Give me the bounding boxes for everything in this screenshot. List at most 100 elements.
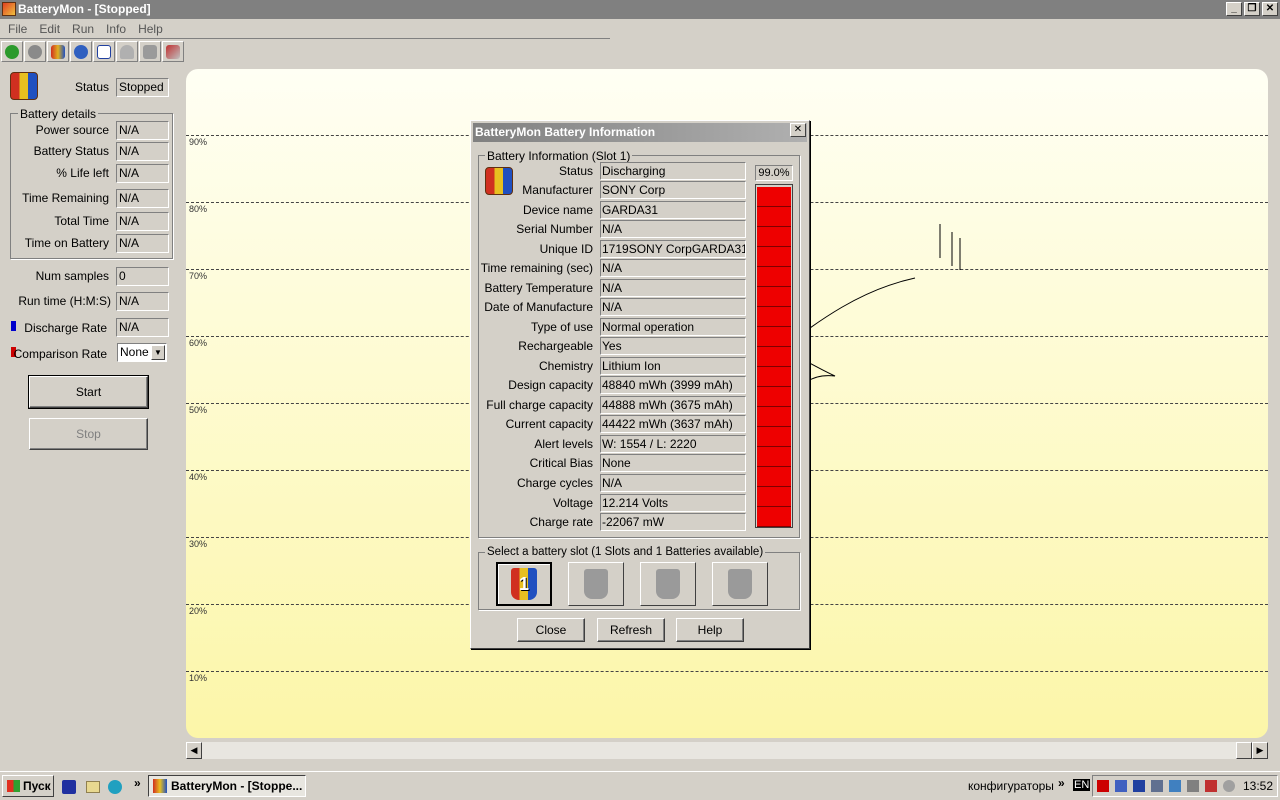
charge-rate-label: Charge rate	[529, 515, 593, 529]
chevron-down-icon[interactable]: ▼	[151, 345, 165, 360]
menu-help[interactable]: Help	[132, 19, 169, 38]
battery-slot-group-title: Select a battery slot (1 Slots and 1 Bat…	[485, 546, 766, 558]
run-time-value: N/A	[116, 292, 169, 311]
gauge-segment	[757, 187, 791, 207]
life-left-value: N/A	[116, 164, 169, 183]
tools-tray-icon[interactable]	[1205, 780, 1217, 792]
status-row-label: Status	[558, 164, 593, 178]
settings-icon	[166, 44, 180, 59]
battery-slot-1[interactable]: 1	[496, 562, 552, 606]
dialog-title[interactable]: BatteryMon Battery Information	[473, 123, 807, 142]
current-capacity-value: 44422 mWh (3637 mAh)	[600, 415, 746, 433]
battery-toolbar-button[interactable]	[47, 41, 69, 62]
num-samples-label: Num samples	[35, 269, 109, 283]
status-label: Status	[74, 80, 109, 94]
dialog-close-button[interactable]: Close	[517, 618, 585, 642]
start-monitor-button[interactable]	[1, 41, 23, 62]
battery-logo-icon	[485, 167, 513, 195]
horizontal-scrollbar[interactable]: ◀ ▶	[186, 742, 1268, 759]
left-panel: Status Stopped Battery details Power sou…	[0, 65, 182, 770]
taskbar-batterymon[interactable]: BatteryMon - [Stoppe...	[148, 775, 306, 797]
battery-slot-1-number: 1	[518, 574, 529, 594]
clock[interactable]: 13:52	[1243, 779, 1273, 793]
volume-tray-icon[interactable]	[1151, 780, 1163, 792]
manufacturer-value: SONY Corp	[600, 181, 746, 199]
gauge-toolbar-button[interactable]	[116, 41, 138, 62]
gauge-segment	[757, 427, 791, 447]
tools-icon	[143, 44, 157, 59]
sync-tray-icon[interactable]	[1169, 780, 1181, 792]
voltage-label: Voltage	[552, 496, 593, 510]
battery-slot-2[interactable]	[568, 562, 624, 606]
refresh-button[interactable]: Refresh	[597, 618, 665, 642]
scroll-right-icon[interactable]: ▶	[1252, 742, 1268, 759]
time-on-battery-label: Time on Battery	[24, 236, 109, 250]
window-titlebar[interactable]: BatteryMon - [Stopped] _ ❐ ✕	[0, 0, 1280, 19]
battery-slot-3[interactable]	[640, 562, 696, 606]
toolbar-label[interactable]: конфигураторы	[968, 779, 1054, 793]
toolbar-chevron[interactable]: »	[1058, 776, 1065, 790]
type-of-use-value: Normal operation	[600, 318, 746, 336]
browser-icon[interactable]	[108, 780, 122, 794]
comparison-rate-select[interactable]: None ▼	[117, 343, 167, 362]
monitor-tray-icon[interactable]	[1187, 780, 1199, 792]
save-icon[interactable]	[62, 780, 76, 794]
search-tray-icon[interactable]	[1223, 780, 1235, 792]
language-indicator[interactable]: EN	[1073, 779, 1091, 791]
gauge-segment	[757, 207, 791, 227]
rechargeable-value: Yes	[600, 337, 746, 355]
battery-slot-1-icon: 1	[511, 568, 537, 600]
gauge-segment	[757, 307, 791, 327]
gridline-label-40: 40%	[189, 472, 208, 482]
menu-edit[interactable]: Edit	[33, 19, 66, 38]
stop-button[interactable]: Stop	[29, 418, 148, 450]
battery-status-value: N/A	[116, 142, 169, 161]
critical-bias-value: None	[600, 454, 746, 472]
network-tray-icon[interactable]	[1115, 780, 1127, 792]
battery-tray-icon[interactable]	[1097, 780, 1109, 792]
battery-percent: 99.0%	[755, 165, 793, 181]
discharge-rate-color-icon	[11, 321, 16, 331]
gauge-segment	[757, 487, 791, 507]
unique-id-value: 1719SONY CorpGARDA31	[600, 240, 746, 258]
gauge-segment	[757, 247, 791, 267]
menu-file[interactable]: File	[2, 19, 33, 38]
menu-run[interactable]: Run	[66, 19, 100, 38]
checklist-toolbar-button[interactable]	[93, 41, 115, 62]
start-button-taskbar[interactable]: Пуск	[2, 775, 54, 797]
maximize-button[interactable]: ❐	[1244, 2, 1260, 16]
app-icon	[2, 2, 16, 16]
menu-info[interactable]: Info	[100, 19, 132, 38]
menu-bar: File Edit Run Info Help	[0, 19, 610, 39]
date-of-manufacture-value: N/A	[600, 298, 746, 316]
gauge-segment	[757, 407, 791, 427]
status-value: Stopped	[116, 78, 169, 97]
gauge-segment	[757, 387, 791, 407]
design-capacity-label: Design capacity	[508, 378, 593, 392]
status-row-value: Discharging	[600, 162, 746, 180]
comparison-rate-label: Comparison Rate	[13, 347, 107, 361]
gauge-segment	[757, 347, 791, 367]
settings-toolbar-button[interactable]	[162, 41, 184, 62]
minimize-button[interactable]: _	[1226, 2, 1242, 16]
help-button[interactable]: Help	[676, 618, 744, 642]
dialog-close-icon[interactable]: ✕	[790, 123, 806, 137]
stop-monitor-button[interactable]	[24, 41, 46, 62]
gridline-label-70: 70%	[189, 271, 208, 281]
device-tray-icon[interactable]	[1133, 780, 1145, 792]
unique-id-label: Unique ID	[539, 242, 593, 256]
start-button[interactable]: Start	[28, 375, 149, 409]
tools-toolbar-button[interactable]	[139, 41, 161, 62]
info-toolbar-button[interactable]	[70, 41, 92, 62]
scroll-thumb[interactable]	[1236, 742, 1252, 759]
toolbar	[0, 41, 184, 63]
gauge-segment	[757, 467, 791, 487]
battery-details-title: Battery details	[18, 107, 99, 121]
close-button[interactable]: ✕	[1262, 2, 1278, 16]
battery-slot-4[interactable]	[712, 562, 768, 606]
folder-icon[interactable]	[86, 781, 100, 793]
gauge-segment	[757, 287, 791, 307]
quicklaunch-chevron[interactable]: »	[134, 776, 141, 790]
scroll-left-icon[interactable]: ◀	[186, 742, 202, 759]
device-name-value: GARDA31	[600, 201, 746, 219]
